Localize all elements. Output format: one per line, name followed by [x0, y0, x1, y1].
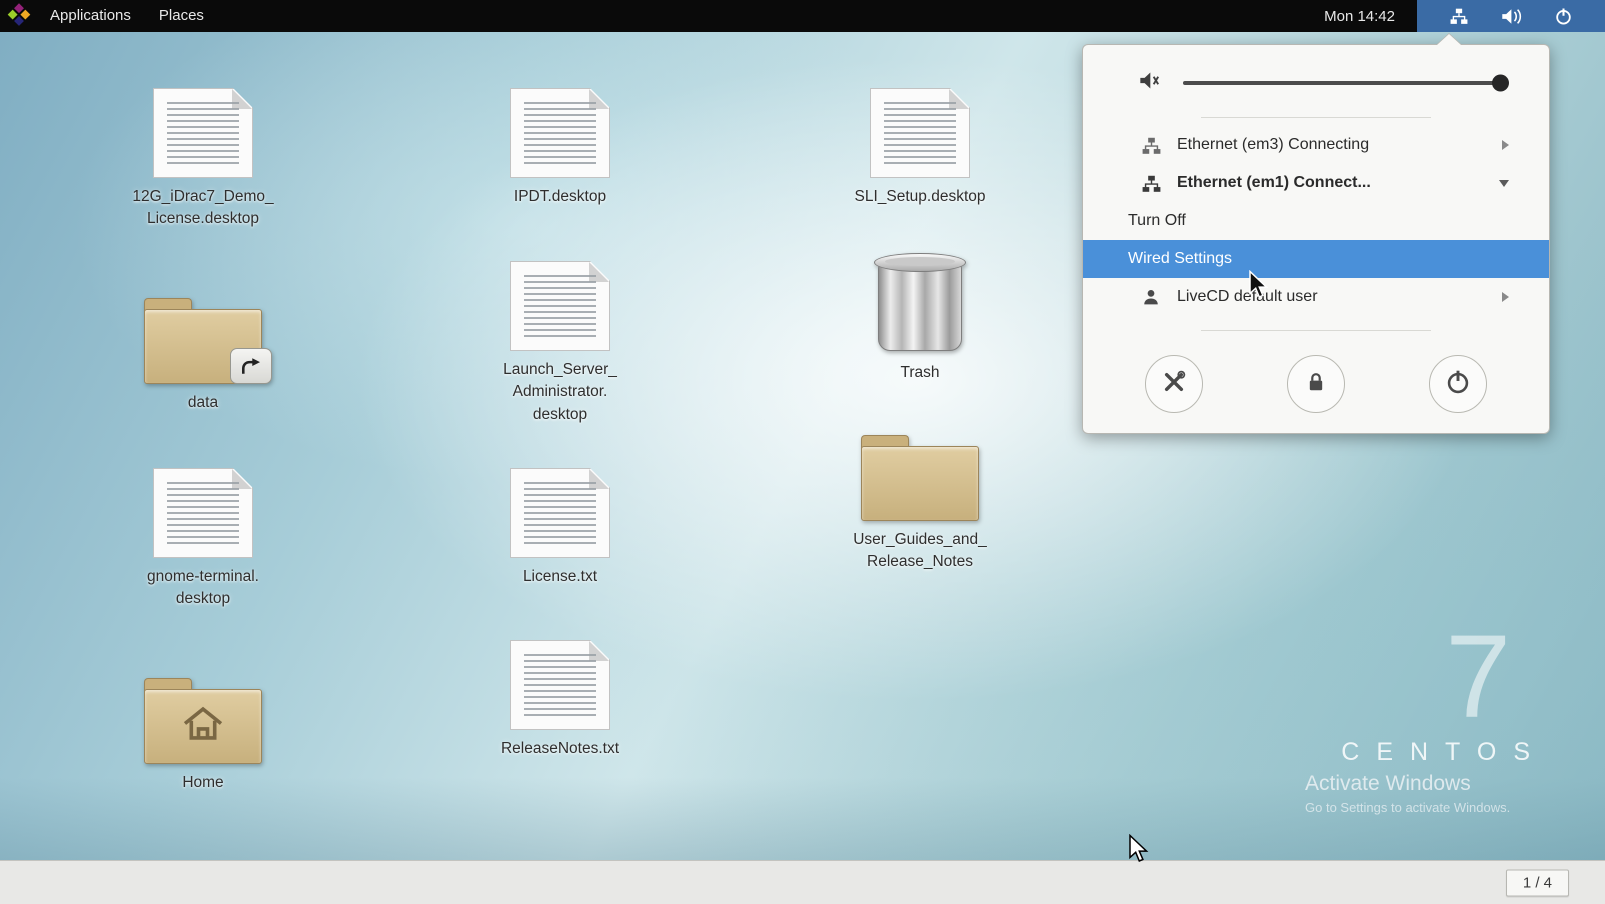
system-status-area[interactable]	[1417, 0, 1605, 32]
menu-item-user[interactable]: LiveCD default user	[1083, 278, 1549, 316]
network-icon	[1139, 137, 1163, 154]
mouse-cursor-secondary	[1128, 834, 1150, 869]
separator	[1201, 117, 1431, 118]
desktop-icon-label: Launch_Server_ Administrator. desktop	[465, 359, 655, 426]
clock[interactable]: Mon 14:42	[1324, 8, 1395, 25]
desktop-icon-label: User_Guides_and_ Release_Notes	[825, 529, 1015, 574]
lock-button[interactable]	[1287, 355, 1345, 413]
network-icon	[1450, 8, 1468, 24]
system-menu: Ethernet (em3) Connecting Ethernet (em1)…	[1082, 44, 1550, 434]
document-icon	[510, 640, 610, 730]
applications-menu[interactable]: Applications	[36, 0, 145, 32]
power-button[interactable]	[1429, 355, 1487, 413]
document-icon	[510, 468, 610, 558]
menu-item-ethernet-em1[interactable]: Ethernet (em1) Connect...	[1083, 164, 1549, 202]
bottom-bar: 1 / 4	[0, 860, 1605, 904]
popover-notch	[1437, 34, 1461, 45]
desktop-icon-data[interactable]: data	[108, 288, 298, 414]
trash-icon	[878, 261, 962, 351]
settings-icon	[1162, 370, 1186, 399]
folder-icon	[861, 435, 979, 521]
speaker-icon	[1139, 71, 1163, 95]
menu-item-wired-settings[interactable]: Wired Settings	[1083, 240, 1549, 278]
document-icon	[870, 88, 970, 178]
desktop-icon-label: ReleaseNotes.txt	[465, 738, 655, 760]
chevron-right-icon	[1502, 140, 1509, 150]
centos-logo-icon	[6, 3, 31, 28]
desktop-icon-label: License.txt	[465, 566, 655, 588]
menu-item-turn-off[interactable]: Turn Off	[1083, 202, 1549, 240]
centos-numeral: 7	[1341, 618, 1511, 736]
desktop-icon-sli-setup[interactable]: SLI_Setup.desktop	[825, 82, 1015, 208]
desktop-icon-license-txt[interactable]: License.txt	[465, 462, 655, 588]
menu-item-label: Ethernet (em1) Connect...	[1177, 174, 1499, 192]
house-icon	[181, 706, 225, 747]
folder-icon	[144, 298, 262, 384]
document-icon	[153, 468, 253, 558]
activate-subtitle: Go to Settings to activate Windows.	[1305, 800, 1510, 815]
lock-icon	[1305, 371, 1327, 398]
desktop-icon-label: gnome-terminal. desktop	[108, 566, 298, 611]
activate-title: Activate Windows	[1305, 772, 1510, 796]
desktop: 12G_iDrac7_Demo_ License.desktop data gn…	[0, 0, 1605, 904]
volume-slider[interactable]	[1183, 81, 1507, 85]
desktop-icon-user-guides[interactable]: User_Guides_and_ Release_Notes	[825, 425, 1015, 574]
places-menu[interactable]: Places	[145, 0, 218, 32]
desktop-icon-idrac-license[interactable]: 12G_iDrac7_Demo_ License.desktop	[108, 82, 298, 231]
desktop-icon-trash[interactable]: Trash	[825, 258, 1015, 384]
desktop-icon-label: IPDT.desktop	[465, 186, 655, 208]
volume-slider-handle[interactable]	[1492, 75, 1509, 92]
volume-icon	[1501, 8, 1523, 25]
activate-windows-watermark: Activate Windows Go to Settings to activ…	[1305, 772, 1510, 815]
desktop-icon-ipdt[interactable]: IPDT.desktop	[465, 82, 655, 208]
document-icon	[153, 88, 253, 178]
separator	[1201, 330, 1431, 331]
shortcut-emblem-icon	[230, 348, 272, 384]
document-icon	[510, 261, 610, 351]
power-icon	[1555, 8, 1572, 25]
settings-button[interactable]	[1145, 355, 1203, 413]
desktop-icon-gnome-terminal[interactable]: gnome-terminal. desktop	[108, 462, 298, 611]
centos-watermark: 7 CENTOS	[1341, 618, 1547, 767]
desktop-icon-releasenotes-txt[interactable]: ReleaseNotes.txt	[465, 634, 655, 760]
volume-row	[1083, 57, 1549, 109]
home-folder-icon	[144, 678, 262, 764]
chevron-down-icon	[1499, 180, 1509, 187]
desktop-icon-label: Trash	[825, 362, 1015, 384]
desktop-icon-home[interactable]: Home	[108, 668, 298, 794]
desktop-icon-label: Home	[108, 772, 298, 794]
menu-item-ethernet-em3[interactable]: Ethernet (em3) Connecting	[1083, 126, 1549, 164]
menu-item-label: Ethernet (em3) Connecting	[1177, 136, 1502, 154]
centos-brand: CENTOS	[1341, 738, 1547, 767]
document-icon	[510, 88, 610, 178]
menu-item-label: LiveCD default user	[1177, 288, 1502, 306]
workspace-pager[interactable]: 1 / 4	[1506, 869, 1569, 896]
desktop-icon-launch-server-administrator[interactable]: Launch_Server_ Administrator. desktop	[465, 255, 655, 426]
power-icon	[1446, 370, 1470, 399]
desktop-icon-label: 12G_iDrac7_Demo_ License.desktop	[108, 186, 298, 231]
network-icon	[1139, 175, 1163, 192]
desktop-icon-label: data	[108, 392, 298, 414]
chevron-right-icon	[1502, 292, 1509, 302]
menu-item-label: Wired Settings	[1128, 250, 1509, 268]
user-icon	[1139, 288, 1163, 306]
mouse-cursor	[1248, 270, 1270, 305]
system-buttons	[1083, 339, 1549, 413]
top-bar: Applications Places Mon 14:42	[0, 0, 1605, 32]
desktop-icon-label: SLI_Setup.desktop	[825, 186, 1015, 208]
menu-item-label: Turn Off	[1128, 212, 1509, 230]
